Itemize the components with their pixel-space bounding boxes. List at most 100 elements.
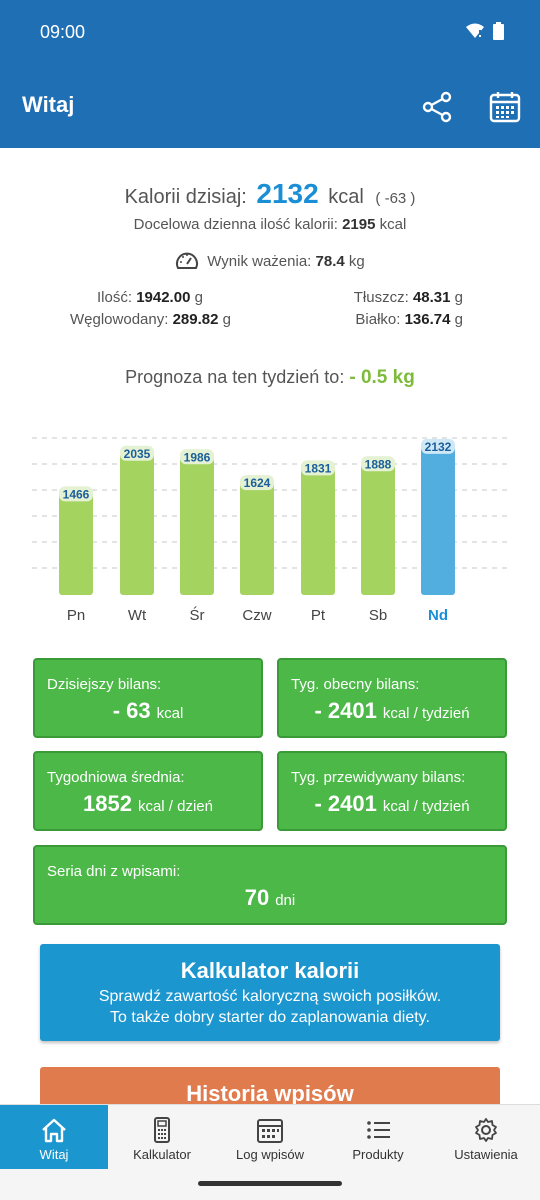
macro-fat: Tłuszcz: 48.31 g — [354, 289, 463, 306]
forecast-label: Prognoza na ten tydzień to: — [125, 367, 345, 387]
target-label: Docelowa dzienna ilość kalorii: — [133, 216, 338, 233]
card-week-average-label: Tygodniowa średnia: — [47, 769, 185, 786]
home-icon — [42, 1118, 66, 1143]
speedometer-icon — [176, 252, 199, 269]
nav-item-settings[interactable]: Ustawienia — [432, 1105, 540, 1169]
status-icons — [465, 22, 504, 40]
chart-value-label: 1624 — [244, 476, 271, 490]
macro-protein-unit: g — [454, 311, 463, 328]
chart-bar[interactable] — [59, 490, 93, 595]
calculator-subtitle-2: To także dobry starter do zaplanowania d… — [110, 1009, 430, 1026]
nav-item-home[interactable]: Witaj — [0, 1105, 108, 1169]
card-week-average-number: 1852 — [83, 791, 132, 816]
battery-icon — [493, 22, 504, 40]
chart-category-label: Pn — [67, 607, 85, 624]
weekly-calories-chart: 1466 Pn 2035 Wt 1986 Śr 1624 Czw 1831 Pt 1888 Sb 213… — [32, 437, 510, 624]
calendar-icon[interactable] — [488, 90, 522, 124]
card-week-current-label: Tyg. obecny bilans: — [291, 676, 420, 693]
chart-category-label: Czw — [242, 607, 271, 624]
calories-label: Kalorii dzisiaj: — [124, 186, 247, 208]
nav-label-settings: Ustawienia — [454, 1147, 518, 1162]
calories-today: Kalorii dzisiaj: 2132 kcal ( -63 ) — [0, 178, 540, 210]
macro-amount-unit: g — [194, 289, 203, 306]
card-week-current-number: - 2401 — [314, 698, 377, 723]
chart-bar[interactable] — [120, 449, 154, 595]
macro-amount-label: Ilość: — [97, 289, 133, 306]
chart-category-label: Nd — [428, 607, 448, 624]
card-week-average-value: 1852 kcal / dzień — [35, 791, 261, 817]
target-unit: kcal — [379, 216, 407, 233]
chart-category-label: Sb — [369, 607, 387, 624]
macro-fat-unit: g — [454, 289, 463, 306]
chart-value-label: 2035 — [124, 447, 151, 461]
card-today-value: - 63 kcal — [35, 698, 261, 724]
nav-label-calculator: Kalkulator — [133, 1147, 191, 1162]
card-week-current-value: - 2401 kcal / tydzień — [279, 698, 505, 724]
weigh-value: 78.4 — [315, 252, 345, 270]
share-icon[interactable] — [420, 90, 454, 124]
card-today-unit: kcal — [156, 705, 184, 722]
card-week-forecast-value: - 2401 kcal / tydzień — [279, 791, 505, 817]
chart-bar[interactable] — [301, 464, 335, 595]
card-week-forecast: Tyg. przewidywany bilans: - 2401 kcal / t… — [277, 751, 507, 831]
weigh-result: Wynik ważenia: 78.4 kg — [0, 250, 540, 272]
calorie-calculator-button[interactable]: Kalkulator kalorii Sprawdź zawartość kal… — [40, 944, 500, 1041]
macro-amount: Ilość: 1942.00 g — [97, 289, 203, 306]
chart-bar[interactable] — [240, 479, 274, 595]
card-today-number: - 63 — [112, 698, 151, 723]
target-calories: Docelowa dzienna ilość kalorii: 2195 kca… — [0, 216, 540, 233]
status-time: 09:00 — [40, 22, 86, 42]
nav-label-products: Produkty — [352, 1147, 404, 1162]
page-title: Witaj — [22, 92, 75, 117]
status-bar: 09:00 — [0, 0, 540, 64]
chart-bar[interactable] — [180, 453, 214, 595]
card-streak-label: Seria dni z wpisami: — [47, 863, 181, 880]
chart-category-label: Pt — [311, 607, 326, 624]
card-week-forecast-unit: kcal / tydzień — [382, 798, 470, 815]
calories-diff: ( -63 ) — [375, 190, 416, 207]
calendar-icon — [257, 1119, 283, 1143]
macro-fat-label: Tłuszcz: — [353, 289, 409, 306]
calculator-subtitle-1: Sprawdź zawartość kaloryczną swoich posi… — [98, 988, 442, 1005]
macro-carbs-unit: g — [222, 311, 231, 328]
wifi-icon — [466, 23, 484, 38]
macro-carbs-value: 289.82 — [172, 311, 219, 328]
list-icon — [367, 1121, 390, 1139]
chart-value-label: 1831 — [305, 461, 332, 475]
gear-icon — [475, 1118, 497, 1142]
gesture-bar — [198, 1181, 342, 1186]
target-value: 2195 — [342, 216, 376, 233]
card-today-balance: Dzisiejszy bilans: - 63 kcal — [33, 658, 263, 738]
weekly-forecast: Prognoza na ten tydzień to: - 0.5 kg — [0, 367, 540, 389]
card-week-forecast-number: - 2401 — [314, 791, 377, 816]
card-today-label: Dzisiejszy bilans: — [47, 676, 162, 693]
nav-item-calculator[interactable]: Kalkulator — [108, 1105, 216, 1169]
macro-fat-value: 48.31 — [412, 289, 451, 306]
card-week-current: Tyg. obecny bilans: - 2401 kcal / tydzień — [277, 658, 507, 738]
macro-protein: Białko: 136.74 g — [355, 311, 463, 328]
chart-bar[interactable] — [421, 442, 455, 595]
chart-category-label: Wt — [128, 607, 147, 624]
card-week-average: Tygodniowa średnia: 1852 kcal / dzień — [33, 751, 263, 831]
card-streak-value: 70 dni — [35, 885, 505, 911]
chart-value-label: 1888 — [365, 457, 392, 471]
macro-carbs: Węglowodany: 289.82 g — [70, 311, 231, 328]
card-week-current-unit: kcal / tydzień — [382, 705, 470, 722]
nav-item-log[interactable]: Log wpisów — [216, 1105, 324, 1169]
calories-unit: kcal — [328, 186, 364, 208]
macro-amount-value: 1942.00 — [136, 289, 191, 306]
macro-protein-label: Białko: — [355, 311, 401, 328]
history-button[interactable]: Historia wpisów — [40, 1067, 500, 1107]
nav-item-products[interactable]: Produkty — [324, 1105, 432, 1169]
weigh-label: Wynik ważenia: — [207, 252, 312, 270]
chart-category-label: Śr — [190, 606, 205, 624]
macro-protein-value: 136.74 — [404, 311, 451, 328]
chart-value-label: 1986 — [184, 450, 211, 464]
macro-carbs-label: Węglowodany: — [70, 311, 169, 328]
calculator-icon — [154, 1117, 170, 1143]
forecast-value: - 0.5 kg — [349, 367, 415, 388]
card-streak: Seria dni z wpisami: 70 dni — [33, 845, 507, 925]
app-bar: Witaj — [0, 64, 540, 148]
chart-bar[interactable] — [361, 460, 395, 595]
chart-value-label: 1466 — [63, 487, 90, 501]
